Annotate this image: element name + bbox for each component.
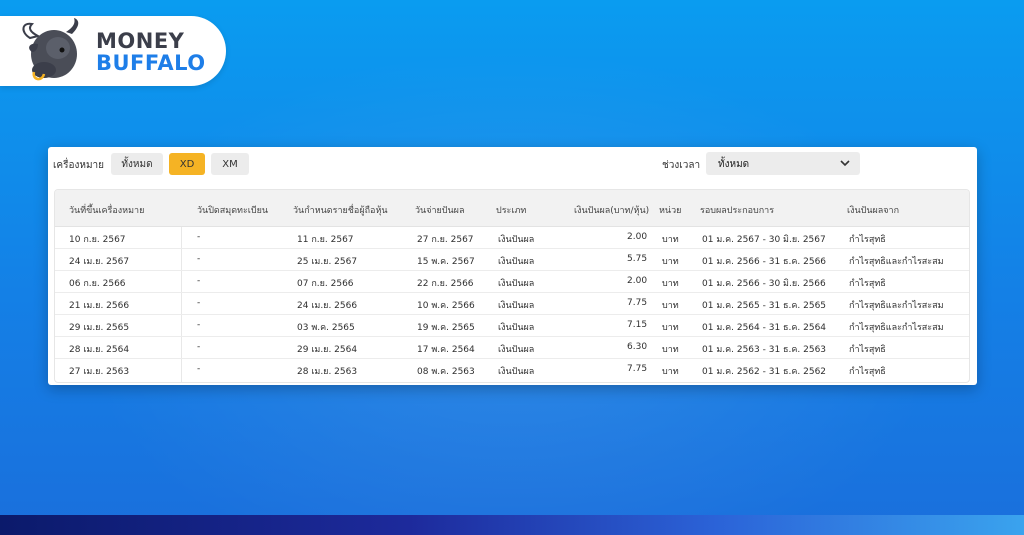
table-row: 29 เม.ย. 2565 - 03 พ.ค. 2565 19 พ.ค. 256… [55, 314, 969, 337]
cell-unit: บาท [662, 257, 679, 267]
period-select-value: ทั้งหมด [718, 159, 750, 170]
cell-operating-period: 01 ม.ค. 2563 - 31 ธ.ค. 2563 [702, 345, 827, 355]
header-dividend-amount: เงินปันผล(บาท/หุ้น) [574, 206, 650, 216]
cell-dividend-source: กำไรสุทธิ [849, 367, 886, 377]
cell-record-date: 07 ก.ย. 2566 [297, 279, 354, 289]
cell-book-close-date: - [197, 232, 201, 242]
chip-xm[interactable]: XM [211, 153, 249, 175]
chip-all[interactable]: ทั้งหมด [111, 153, 163, 175]
header-operating-period: รอบผลประกอบการ [700, 206, 775, 216]
cell-type: เงินปันผล [498, 279, 535, 289]
cell-dividend-source: กำไรสุทธิและกำไรสะสม [849, 301, 944, 311]
cell-operating-period: 01 ม.ค. 2564 - 31 ธ.ค. 2564 [702, 323, 827, 333]
cell-type: เงินปันผล [498, 345, 535, 355]
table-row: 10 ก.ย. 2567 - 11 ก.ย. 2567 27 ก.ย. 2567… [55, 226, 969, 249]
table-row: 28 เม.ย. 2564 - 29 เม.ย. 2564 17 พ.ค. 25… [55, 336, 969, 359]
cell-payment-date: 19 พ.ค. 2565 [417, 323, 475, 333]
cell-record-date: 11 ก.ย. 2567 [297, 235, 354, 245]
cell-record-date: 03 พ.ค. 2565 [297, 323, 355, 333]
cell-dividend-source: กำไรสุทธิและกำไรสะสม [849, 323, 944, 333]
cell-xd-date: 06 ก.ย. 2566 [69, 279, 126, 289]
table-header-row: วันที่ขึ้นเครื่องหมาย วันปิดสมุดทะเบียน … [55, 190, 969, 227]
cell-operating-period: 01 ม.ค. 2566 - 31 ธ.ค. 2566 [702, 257, 827, 267]
cell-payment-date: 15 พ.ค. 2567 [417, 257, 475, 267]
cell-book-close-date: - [197, 276, 201, 286]
cell-payment-date: 08 พ.ค. 2563 [417, 367, 475, 377]
buffalo-mascot-icon [22, 18, 79, 81]
cell-dividend-amount: 6.30 [627, 342, 648, 352]
cell-dividend-source: กำไรสุทธิ [849, 235, 886, 245]
cell-type: เงินปันผล [498, 257, 535, 267]
cell-unit: บาท [662, 345, 679, 355]
dividend-panel: เครื่องหมาย ทั้งหมด XD XM ช่วงเวลา ทั้งห… [48, 147, 977, 385]
table-row: 27 เม.ย. 2563 - 28 เม.ย. 2563 08 พ.ค. 25… [55, 358, 969, 380]
cell-dividend-amount: 2.00 [627, 232, 648, 242]
cell-operating-period: 01 ม.ค. 2565 - 31 ธ.ค. 2565 [702, 301, 827, 311]
cell-unit: บาท [662, 301, 679, 311]
cell-record-date: 25 เม.ย. 2567 [297, 257, 358, 267]
header-dividend-source: เงินปันผลจาก [847, 206, 900, 216]
cell-dividend-amount: 5.75 [627, 254, 648, 264]
header-type: ประเภท [496, 206, 527, 216]
cell-type: เงินปันผล [498, 301, 535, 311]
cell-payment-date: 22 ก.ย. 2566 [417, 279, 474, 289]
cell-xd-date: 21 เม.ย. 2566 [69, 301, 130, 311]
cell-record-date: 29 เม.ย. 2564 [297, 345, 358, 355]
cell-dividend-source: กำไรสุทธิ [849, 279, 886, 289]
header-xd-date: วันที่ขึ้นเครื่องหมาย [69, 206, 145, 216]
cell-dividend-source: กำไรสุทธิและกำไรสะสม [849, 257, 944, 267]
cell-payment-date: 17 พ.ค. 2564 [417, 345, 475, 355]
brand-line1: MONEY [96, 29, 185, 53]
chevron-down-icon [840, 160, 850, 167]
cell-type: เงินปันผล [498, 323, 535, 333]
period-filter-label: ช่วงเวลา [662, 160, 701, 171]
header-unit: หน่วย [659, 206, 682, 216]
cell-unit: บาท [662, 235, 679, 245]
header-payment-date: วันจ่ายปันผล [415, 206, 465, 216]
cell-type: เงินปันผล [498, 367, 535, 377]
cell-xd-date: 24 เม.ย. 2567 [69, 257, 130, 267]
table-row: 24 เม.ย. 2567 - 25 เม.ย. 2567 15 พ.ค. 25… [55, 248, 969, 271]
cell-xd-date: 10 ก.ย. 2567 [69, 235, 126, 245]
cell-dividend-amount: 7.75 [627, 364, 648, 374]
cell-dividend-amount: 7.15 [627, 320, 648, 330]
brand-wordmark: MONEY BUFFALO [96, 30, 206, 74]
cell-unit: บาท [662, 323, 679, 333]
cell-unit: บาท [662, 279, 679, 289]
cell-payment-date: 10 พ.ค. 2566 [417, 301, 475, 311]
table-row: 21 เม.ย. 2566 - 24 เม.ย. 2566 10 พ.ค. 25… [55, 292, 969, 315]
cell-record-date: 24 เม.ย. 2566 [297, 301, 358, 311]
cell-book-close-date: - [197, 298, 201, 308]
cell-dividend-source: กำไรสุทธิ [849, 345, 886, 355]
cell-unit: บาท [662, 367, 679, 377]
cell-book-close-date: - [197, 320, 201, 330]
cell-xd-date: 27 เม.ย. 2563 [69, 367, 130, 377]
cell-dividend-amount: 2.00 [627, 276, 648, 286]
header-record-date: วันกำหนดรายชื่อผู้ถือหุ้น [293, 206, 388, 216]
type-filter-label: เครื่องหมาย [53, 160, 105, 171]
cell-payment-date: 27 ก.ย. 2567 [417, 235, 474, 245]
period-select[interactable]: ทั้งหมด [706, 152, 860, 175]
brand-logo[interactable]: MONEY BUFFALO [0, 16, 226, 86]
cell-book-close-date: - [197, 342, 201, 352]
cell-dividend-amount: 7.75 [627, 298, 648, 308]
bottom-gradient-band [0, 515, 1024, 535]
cell-book-close-date: - [197, 254, 201, 264]
filter-toolbar: เครื่องหมาย ทั้งหมด XD XM ช่วงเวลา ทั้งห… [48, 147, 977, 187]
cell-xd-date: 29 เม.ย. 2565 [69, 323, 130, 333]
table-row: 06 ก.ย. 2566 - 07 ก.ย. 2566 22 ก.ย. 2566… [55, 270, 969, 293]
brand-line2: BUFFALO [96, 51, 206, 75]
header-book-close-date: วันปิดสมุดทะเบียน [197, 206, 269, 216]
cell-operating-period: 01 ม.ค. 2566 - 30 มิ.ย. 2566 [702, 279, 826, 289]
cell-book-close-date: - [197, 364, 201, 374]
cell-xd-date: 28 เม.ย. 2564 [69, 345, 130, 355]
cell-operating-period: 01 ม.ค. 2562 - 31 ธ.ค. 2562 [702, 367, 827, 377]
dividend-table: วันที่ขึ้นเครื่องหมาย วันปิดสมุดทะเบียน … [54, 189, 970, 383]
cell-type: เงินปันผล [498, 235, 535, 245]
cell-record-date: 28 เม.ย. 2563 [297, 367, 358, 377]
chip-xd[interactable]: XD [169, 153, 205, 175]
cell-operating-period: 01 ม.ค. 2567 - 30 มิ.ย. 2567 [702, 235, 826, 245]
